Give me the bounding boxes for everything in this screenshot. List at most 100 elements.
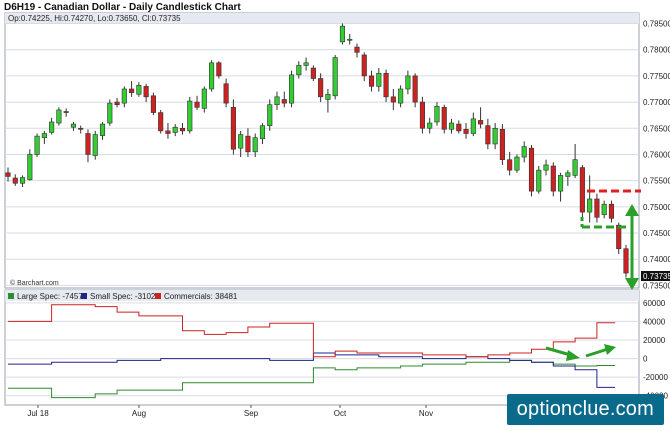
- x-tick-label: Sep: [244, 409, 259, 418]
- candle: [412, 73, 418, 108]
- x-tick-label: Jul 18: [27, 409, 49, 418]
- last-price-label: 0.73735: [643, 272, 670, 281]
- candle-body: [129, 88, 135, 93]
- cot-legend: Large Spec: -7457 Small Spec: -31024 Comme…: [8, 292, 238, 301]
- candle-body: [12, 177, 18, 184]
- candle-body: [27, 154, 33, 180]
- candle: [201, 86, 207, 113]
- candle-body: [623, 248, 629, 274]
- candle: [107, 99, 113, 126]
- x-tick-label: Aug: [132, 409, 146, 418]
- cot-tick-label: 20000: [643, 336, 666, 345]
- candle-body: [34, 135, 40, 155]
- price-tick-label: 0.76000: [643, 150, 670, 159]
- candle-body: [136, 85, 142, 95]
- candle: [209, 60, 215, 92]
- price-tick-label: 0.78500: [643, 20, 670, 29]
- candle-body: [485, 125, 491, 145]
- candle-body: [296, 65, 302, 76]
- candle-body: [521, 146, 527, 158]
- legend-label: Commercials: 38481: [164, 292, 238, 301]
- candle-body: [216, 62, 222, 77]
- candle: [441, 104, 447, 134]
- candle-body: [492, 127, 498, 145]
- candle: [230, 99, 236, 155]
- candle-body: [558, 175, 564, 192]
- candle-body: [201, 88, 207, 109]
- candle-body: [361, 54, 367, 77]
- candle-body: [572, 159, 578, 176]
- candle-body: [187, 100, 193, 132]
- chart-canvas: D6H19 - Canadian Dollar - Daily Candlest…: [4, 2, 670, 418]
- cot-tick-label: 0: [643, 355, 648, 364]
- candle: [288, 70, 295, 108]
- candle-body: [478, 120, 484, 125]
- candle-body: [339, 25, 346, 43]
- candle-body: [601, 203, 607, 215]
- candle-body: [288, 74, 295, 104]
- candle-body: [616, 224, 622, 250]
- candle-body: [303, 62, 309, 66]
- candle-body: [318, 78, 324, 98]
- candle-body: [267, 104, 273, 126]
- candle-body: [107, 102, 113, 124]
- price-tick-label: 0.74000: [643, 255, 670, 264]
- x-axis: Jul 18AugSepOctNovDec: [27, 405, 560, 418]
- candle: [34, 133, 40, 158]
- legend-label: Small Spec: -31024: [90, 292, 160, 301]
- candle-body: [143, 86, 149, 98]
- candle: [528, 145, 535, 197]
- candle-body: [325, 93, 331, 100]
- price-tick-label: 0.75000: [643, 203, 670, 212]
- candle-body: [587, 198, 593, 213]
- candle: [579, 164, 585, 218]
- candle-body: [179, 127, 186, 132]
- candle-body: [5, 172, 11, 177]
- candle-body: [121, 88, 127, 104]
- candle-body: [172, 126, 178, 133]
- candle-body: [49, 121, 55, 133]
- candle-body: [252, 137, 258, 153]
- candle: [514, 154, 520, 173]
- candle: [339, 23, 346, 45]
- candle-body: [332, 57, 338, 97]
- cot-panel: [4, 289, 640, 406]
- legend-swatch: [81, 293, 87, 299]
- legend-label: Large Spec: -7457: [17, 292, 83, 301]
- candle-body: [368, 75, 375, 87]
- copyright: © Barchart.com: [10, 279, 59, 287]
- candle-body: [63, 111, 69, 113]
- candle-body: [259, 125, 266, 140]
- candle-body: [114, 101, 120, 105]
- candle-body: [245, 135, 251, 153]
- candle-body: [99, 123, 106, 136]
- candle-body: [376, 72, 382, 87]
- candle: [419, 96, 425, 134]
- candle-body: [434, 105, 440, 123]
- candle-body: [194, 101, 200, 108]
- price-tick-label: 0.77000: [643, 98, 670, 107]
- candle-body: [223, 83, 229, 104]
- candle-body: [238, 134, 244, 149]
- cot-y-axis: 6000040000200000-20000-40000: [643, 299, 668, 401]
- candle-body: [78, 127, 84, 130]
- price-tick-label: 0.73500: [643, 281, 670, 290]
- candle-body: [456, 123, 462, 132]
- candle-body: [274, 96, 280, 105]
- candle-body: [165, 130, 171, 134]
- candle-body: [41, 133, 47, 138]
- cot-tick-label: -20000: [643, 373, 668, 382]
- candle-body: [150, 95, 156, 113]
- price-tick-label: 0.77500: [643, 72, 670, 81]
- price-tick-label: 0.74500: [643, 229, 670, 238]
- candle-body: [383, 72, 389, 98]
- candle: [499, 124, 505, 165]
- candle-body: [565, 172, 571, 177]
- candle: [550, 162, 556, 197]
- candle-body: [412, 75, 418, 103]
- price-y-axis: 0.78500 0.78000 0.77500 0.77000 0.76500 0.760…: [643, 20, 670, 291]
- candle-body: [230, 107, 236, 150]
- candle-body: [310, 67, 316, 79]
- candle-body: [405, 75, 411, 90]
- candle-body: [70, 123, 76, 128]
